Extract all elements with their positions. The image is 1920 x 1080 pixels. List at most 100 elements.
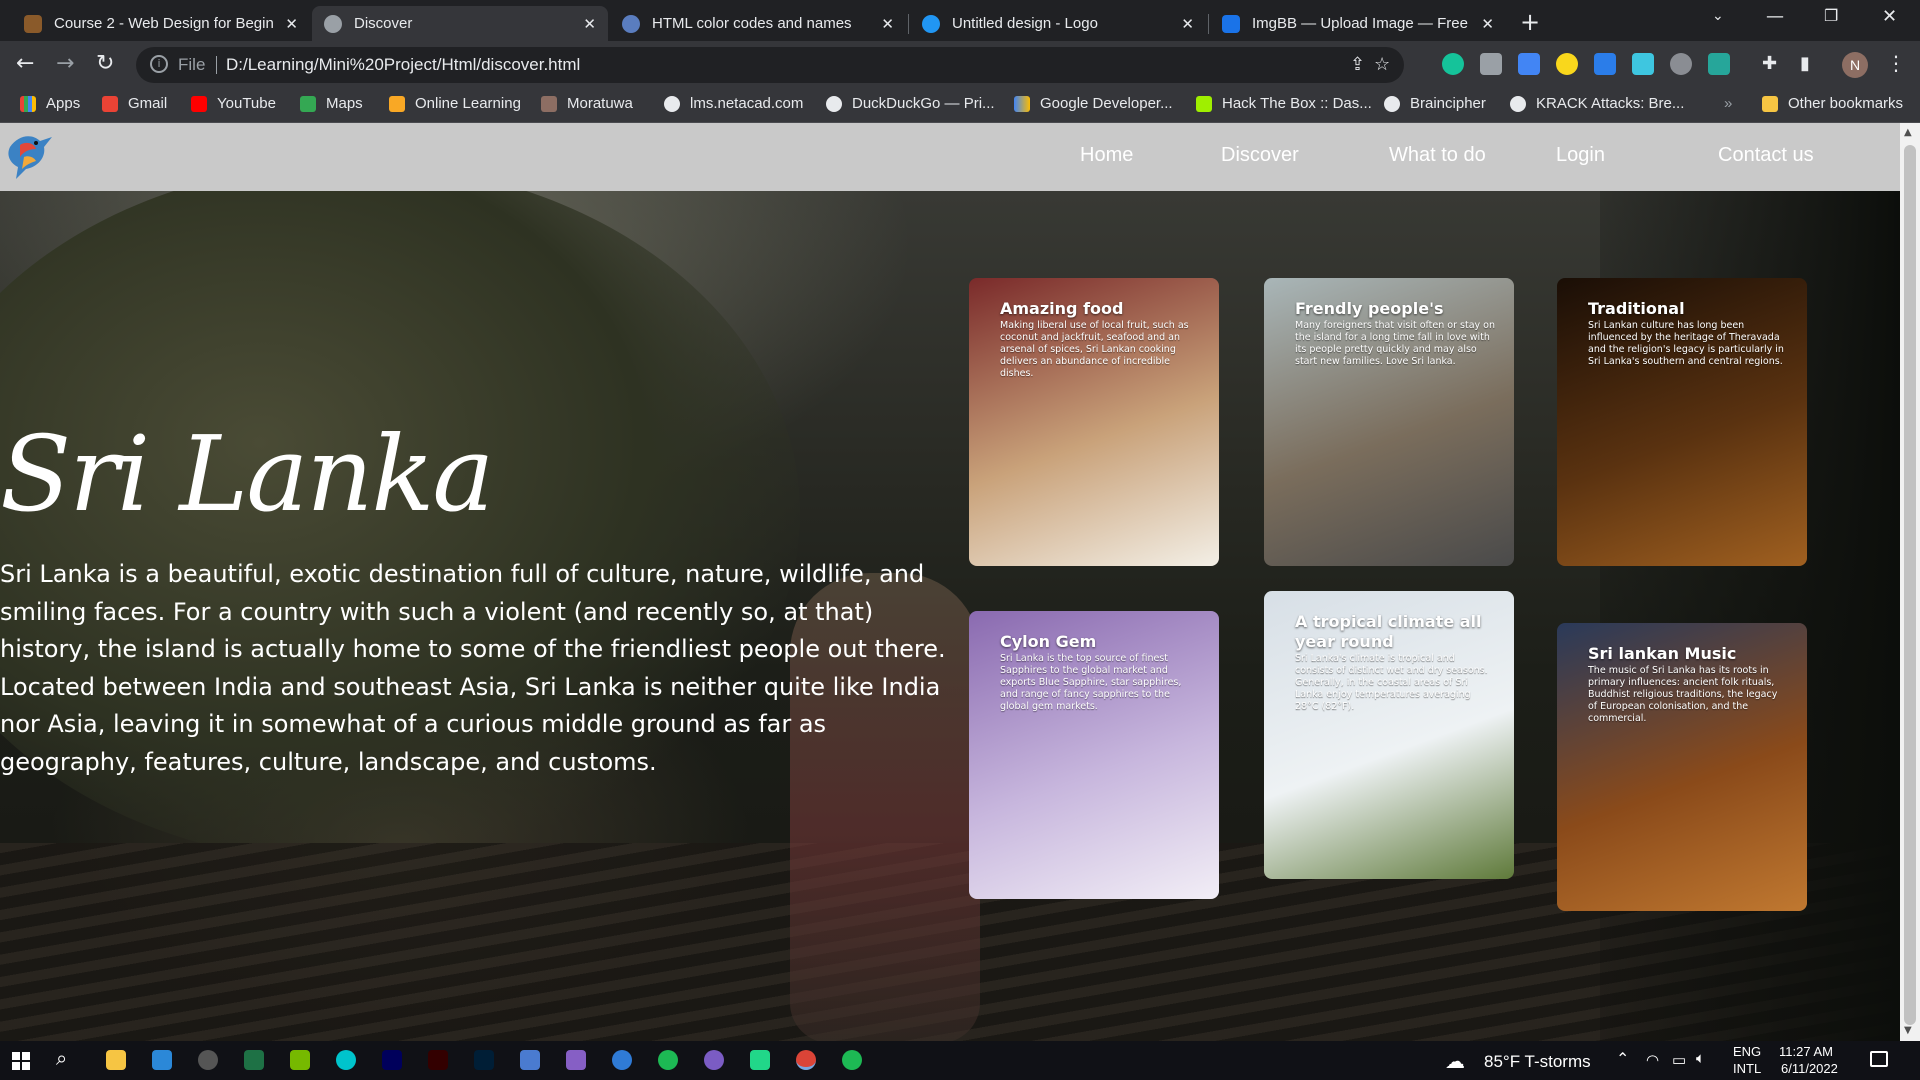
dell-icon[interactable]: [198, 1050, 218, 1070]
address-bar[interactable]: i File D:/Learning/Mini%20Project/Html/d…: [136, 47, 1404, 83]
search-icon[interactable]: ⌕: [56, 1048, 67, 1071]
forward-arrow-icon[interactable]: →: [56, 51, 74, 76]
card-tropical-climate[interactable]: A tropical climate all year round Sri La…: [1264, 591, 1514, 879]
bookmark-duckduckgo[interactable]: DuckDuckGo — Pri...: [826, 95, 995, 112]
bookmark-google-developers[interactable]: Google Developer...: [1014, 95, 1173, 112]
language-code[interactable]: ENG: [1733, 1044, 1761, 1059]
bookmark-apps[interactable]: Apps: [20, 95, 80, 112]
windows-start-icon[interactable]: [12, 1052, 30, 1070]
extensions-puzzle-icon[interactable]: ✚: [1762, 53, 1777, 74]
mail-icon[interactable]: [152, 1050, 172, 1070]
address-url[interactable]: D:/Learning/Mini%20Project/Html/discover…: [226, 55, 580, 75]
bookmark-online-learning[interactable]: Online Learning: [389, 95, 521, 112]
more-bookmarks-chevron-icon[interactable]: »: [1724, 95, 1732, 112]
nav-login[interactable]: Login: [1556, 144, 1605, 167]
bolt-extension-icon[interactable]: [1632, 53, 1654, 75]
bookmark-gmail[interactable]: Gmail: [102, 95, 167, 112]
file-explorer-icon[interactable]: [106, 1050, 126, 1070]
photoshop-icon[interactable]: [474, 1050, 494, 1070]
tab-discover[interactable]: Discover ✕: [312, 6, 608, 41]
gmail-icon: [102, 95, 118, 112]
wifi-icon[interactable]: ◠: [1646, 1051, 1659, 1069]
clock-time[interactable]: 11:27 AM: [1779, 1044, 1833, 1059]
close-tab-icon[interactable]: ✕: [583, 15, 596, 33]
nvidia-icon[interactable]: [290, 1050, 310, 1070]
site-info-icon[interactable]: i: [150, 55, 168, 73]
close-tab-icon[interactable]: ✕: [1481, 15, 1494, 33]
page-scrollbar[interactable]: ▲ ▼: [1900, 123, 1920, 1041]
tray-chevron-up-icon[interactable]: ⌃: [1616, 1049, 1629, 1069]
spotify-icon[interactable]: [842, 1050, 862, 1070]
tab-course[interactable]: Course 2 - Web Design for Begin ✕: [12, 6, 310, 41]
nav-contact-us[interactable]: Contact us: [1718, 144, 1814, 167]
close-window-icon[interactable]: ✕: [1882, 6, 1897, 27]
globe-icon: [826, 95, 842, 112]
reload-icon[interactable]: ↻: [96, 51, 114, 76]
microphone-extension-icon[interactable]: [1480, 53, 1502, 75]
volume-icon[interactable]: 🔈︎: [1696, 1050, 1705, 1067]
nav-home[interactable]: Home: [1080, 144, 1133, 167]
bookmark-hackthebox[interactable]: Hack The Box :: Das...: [1196, 95, 1372, 112]
excel-icon[interactable]: [244, 1050, 264, 1070]
close-tab-icon[interactable]: ✕: [881, 15, 894, 33]
bookmark-maps[interactable]: Maps: [300, 95, 363, 112]
card-friendly-people[interactable]: Frendly people's Many foreigners that vi…: [1264, 278, 1514, 566]
bookmark-netacad[interactable]: lms.netacad.com: [664, 95, 803, 112]
chrome-icon[interactable]: [796, 1050, 816, 1070]
tab-search-chevron-icon[interactable]: ⌄: [1712, 8, 1724, 24]
green-app-icon[interactable]: [658, 1050, 678, 1070]
pycharm-icon[interactable]: [750, 1050, 770, 1070]
close-tab-icon[interactable]: ✕: [1181, 15, 1194, 33]
profile-avatar[interactable]: N: [1842, 52, 1868, 78]
k-extension-icon[interactable]: [1670, 53, 1692, 75]
restore-icon[interactable]: ❐: [1824, 6, 1838, 25]
new-tab-plus-icon[interactable]: +: [1520, 8, 1540, 36]
visual-studio-icon[interactable]: [566, 1050, 586, 1070]
share-icon[interactable]: ⇪: [1350, 54, 1365, 75]
bookmark-youtube[interactable]: YouTube: [191, 95, 276, 112]
battery-icon[interactable]: ▭: [1672, 1051, 1686, 1069]
bookmark-braincipher[interactable]: Braincipher: [1384, 95, 1486, 112]
tab-imgbb[interactable]: ImgBB — Upload Image — Free ✕: [1210, 6, 1506, 41]
emoji-extension-icon[interactable]: [1556, 53, 1578, 75]
nav-discover[interactable]: Discover: [1221, 144, 1299, 167]
weather-cloud-icon[interactable]: ☁: [1445, 1049, 1465, 1074]
clock-date[interactable]: 6/11/2022: [1781, 1061, 1838, 1076]
after-effects-icon[interactable]: [382, 1050, 402, 1070]
card-cylon-gem[interactable]: Cylon Gem Sri Lanka is the top source of…: [969, 611, 1219, 899]
card-amazing-food[interactable]: Amazing food Making liberal use of local…: [969, 278, 1219, 566]
nav-what-to-do[interactable]: What to do: [1389, 144, 1486, 167]
scroll-thumb[interactable]: [1904, 145, 1916, 1025]
card-title: Frendly people's: [1295, 299, 1444, 318]
illustrator-icon[interactable]: [428, 1050, 448, 1070]
card-sri-lankan-music[interactable]: Sri lankan Music The music of Sri Lanka …: [1557, 623, 1807, 911]
github-icon[interactable]: [704, 1050, 724, 1070]
back-arrow-icon[interactable]: ←: [16, 51, 34, 76]
other-bookmarks[interactable]: Other bookmarks: [1762, 95, 1903, 112]
canva-favicon-icon: [922, 14, 940, 33]
shield-extension-icon[interactable]: [1708, 53, 1730, 75]
scroll-down-arrow-icon[interactable]: ▼: [1904, 1025, 1912, 1036]
weather-text[interactable]: 85°F T-storms: [1484, 1052, 1591, 1072]
bookmark-krack[interactable]: KRACK Attacks: Bre...: [1510, 95, 1684, 112]
tab-canva[interactable]: Untitled design - Logo ✕: [910, 6, 1206, 41]
side-panel-icon[interactable]: ▮: [1800, 53, 1810, 74]
vpn-shield-icon[interactable]: [520, 1050, 540, 1070]
app-blue-icon[interactable]: [612, 1050, 632, 1070]
menu-kebab-icon[interactable]: ⋮: [1886, 51, 1906, 75]
bookmark-star-icon[interactable]: ☆: [1374, 54, 1390, 75]
scroll-up-arrow-icon[interactable]: ▲: [1904, 127, 1912, 138]
screenshot-extension-icon[interactable]: [1594, 53, 1616, 75]
card-traditional[interactable]: Traditional Sri Lankan culture has long …: [1557, 278, 1807, 566]
bird-logo-icon[interactable]: [2, 127, 54, 181]
notification-center-icon[interactable]: [1870, 1051, 1888, 1067]
globe-icon: [1510, 95, 1526, 112]
grammarly-extension-icon[interactable]: [1442, 53, 1464, 75]
translate-extension-icon[interactable]: [1518, 53, 1540, 75]
canva-icon[interactable]: [336, 1050, 356, 1070]
bookmark-moratuwa[interactable]: Moratuwa: [541, 95, 633, 112]
minimize-icon[interactable]: —: [1766, 6, 1784, 27]
keyboard-layout[interactable]: INTL: [1733, 1061, 1761, 1076]
tab-html-colors[interactable]: HTML color codes and names ✕: [610, 6, 906, 41]
close-tab-icon[interactable]: ✕: [285, 15, 298, 33]
